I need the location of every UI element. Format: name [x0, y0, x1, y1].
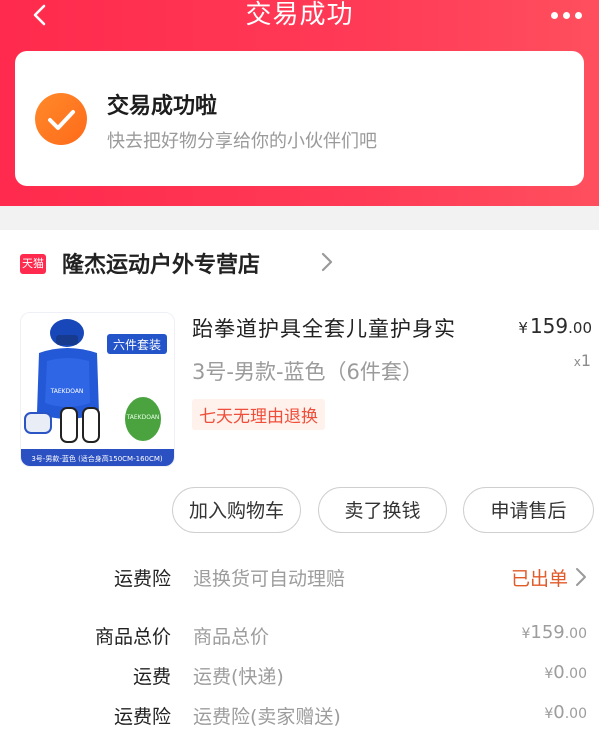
success-card: 交易成功啦 快去把好物分享给你的小伙伴们吧 [15, 51, 584, 186]
page-title: 交易成功 [245, 0, 354, 30]
success-title: 交易成功啦 [107, 94, 218, 119]
summary-row-goods-total: 商品总价 商品总价 ¥159.00 [0, 622, 599, 652]
store-link[interactable]: 天猫 隆杰运动户外专营店 [20, 249, 580, 279]
summary-desc: 运费险(卖家赠送) [193, 706, 341, 728]
summary-value: ¥159.00 [521, 622, 587, 643]
bag-text: TAEKDOAN [126, 414, 160, 421]
return-policy-badge: 七天无理由退换 [192, 399, 325, 430]
success-subtitle: 快去把好物分享给你的小伙伴们吧 [107, 131, 377, 152]
chevron-right-icon [320, 251, 334, 273]
summary-label: 运费 [132, 666, 171, 688]
summary-desc: 运费(快递) [193, 666, 284, 688]
header: 交易成功 交易成功啦 快去把好物分享给你的小伙伴们吧 [0, 0, 599, 206]
shipping-insurance-row[interactable]: 运费险 退换货可自动理赔 已出单 [0, 564, 599, 594]
summary-desc: 商品总价 [193, 626, 270, 648]
summary-value: ¥0.00 [544, 702, 587, 723]
shipping-insurance-desc: 退换货可自动理赔 [193, 568, 346, 590]
thumb-caption: 3号-男款-蓝色 (适合身高150CM-160CM) [31, 454, 163, 463]
after-sale-button[interactable]: 申请售后 [463, 487, 594, 533]
product-title[interactable]: 跆拳道护具全套儿童护身实 [192, 313, 456, 343]
summary-label: 商品总价 [94, 626, 171, 648]
shipping-insurance-status: 已出单 [510, 568, 568, 590]
chevron-right-icon [575, 567, 587, 587]
shipping-insurance-label: 运费险 [113, 568, 171, 590]
success-check-icon [35, 93, 87, 145]
summary-value: ¥0.00 [544, 662, 587, 683]
store-name: 隆杰运动户外专营店 [62, 253, 261, 278]
chest-text: TAEKDOAN [50, 388, 84, 395]
section-divider [0, 206, 599, 230]
product-quantity: x1 [573, 351, 591, 370]
add-to-cart-button[interactable]: 加入购物车 [172, 487, 301, 533]
product-price: ¥159.00 [518, 314, 592, 338]
summary-label: 运费险 [113, 706, 171, 728]
product-image[interactable]: TAEKDOAN 六件套装 TAEKDOAN 3号-男款-蓝色 (适合身高150… [20, 312, 175, 467]
thumb-tag-text: 六件套装 [113, 338, 161, 352]
product-variant: 3号-男款-蓝色（6件套） [192, 360, 423, 384]
sell-for-cash-button[interactable]: 卖了换钱 [318, 487, 447, 533]
tmall-badge-icon: 天猫 [20, 254, 46, 274]
more-options-icon[interactable] [551, 4, 587, 20]
summary-row-shipping: 运费 运费(快递) ¥0.00 [0, 662, 599, 692]
